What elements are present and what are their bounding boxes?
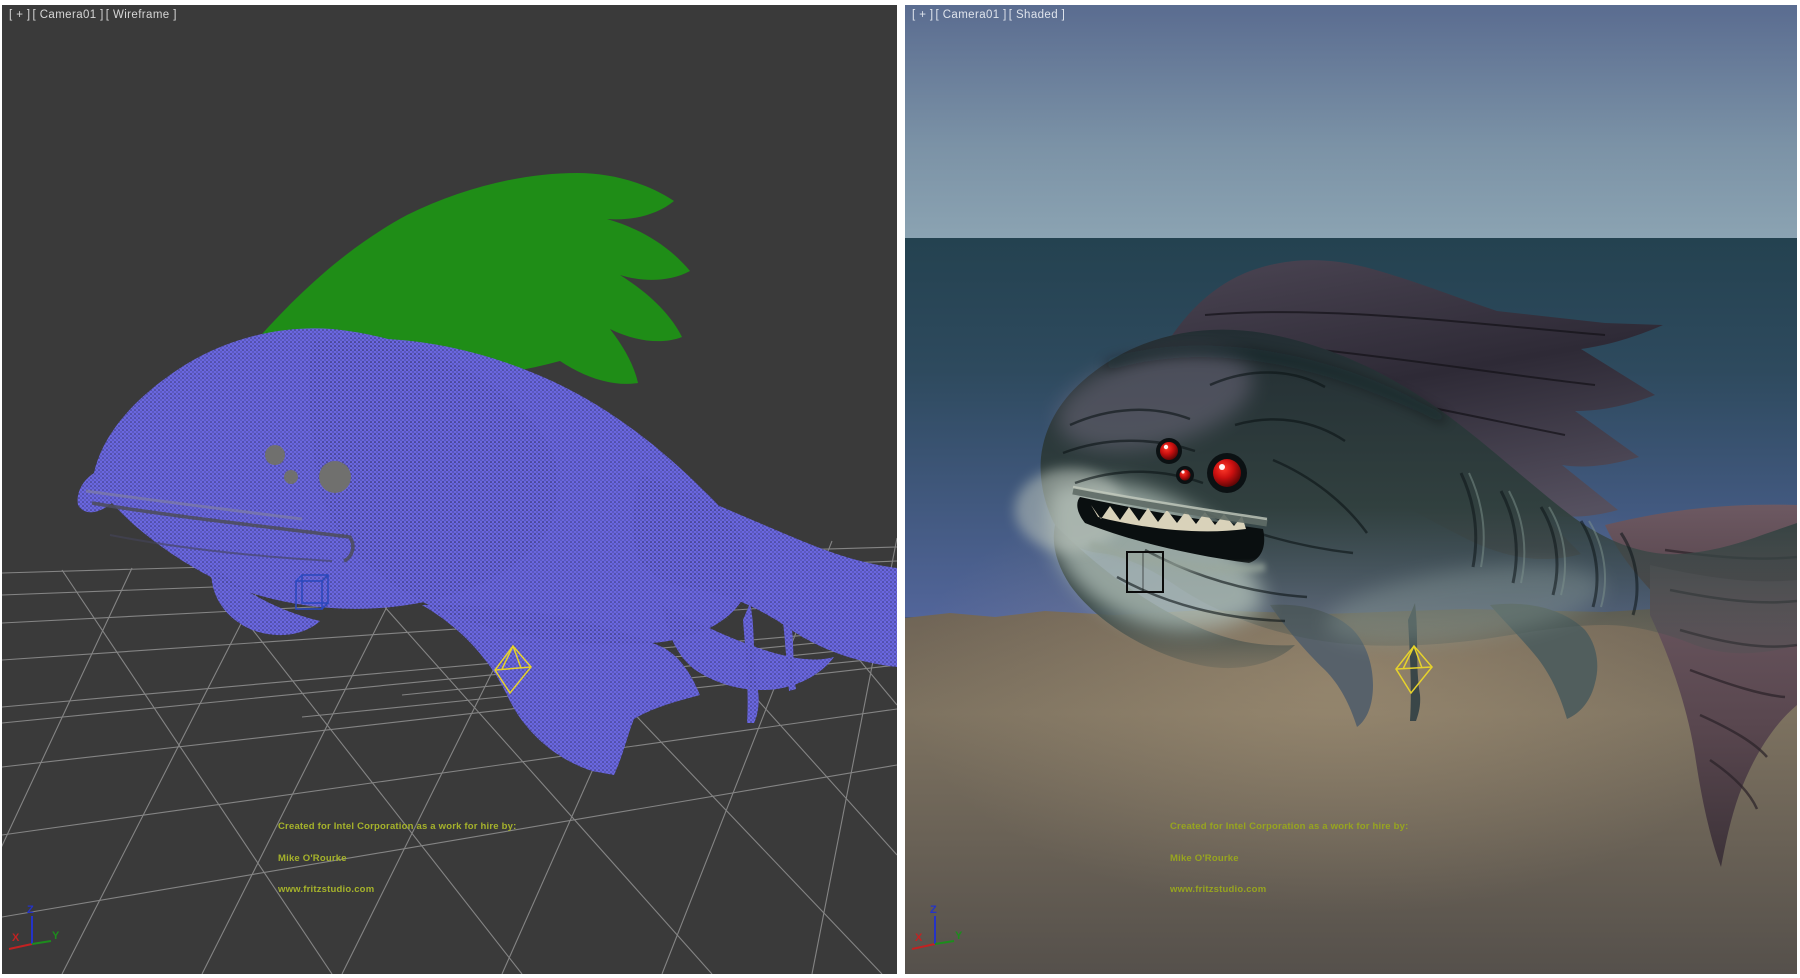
viewport-menu-general[interactable]: [ + ] — [912, 9, 934, 21]
credit-text: Created for Intel Corporation as a work … — [278, 801, 516, 917]
viewport-menu-camera[interactable]: [ Camera01 ] — [33, 9, 104, 21]
viewport-label: [ + ][ Camera01 ][ Wireframe ] — [9, 9, 179, 21]
axis-label-y: Y — [955, 930, 963, 942]
axis-label-x: X — [12, 932, 20, 944]
credit-line: Mike O'Rourke — [278, 854, 516, 865]
viewport-frame: X Z Y [ + ][ Camera01 ][ Wireframe ] Cre… — [0, 0, 1800, 978]
credit-line: www.fritzstudio.com — [278, 885, 516, 896]
credit-line: Mike O'Rourke — [1170, 854, 1408, 865]
viewport-menu-camera[interactable]: [ Camera01 ] — [936, 9, 1007, 21]
fish-model-wireframe[interactable] — [78, 173, 897, 775]
viewport-menu-shading[interactable]: [ Shaded ] — [1009, 9, 1065, 21]
credit-text: Created for Intel Corporation as a work … — [1170, 801, 1408, 917]
axis-label-z: Z — [27, 904, 34, 916]
axis-label-y: Y — [52, 930, 60, 942]
credit-line: Created for Intel Corporation as a work … — [1170, 822, 1408, 833]
sky — [905, 5, 1797, 238]
viewport-wireframe[interactable]: X Z Y [ + ][ Camera01 ][ Wireframe ] Cre… — [2, 5, 897, 974]
axis-label-x: X — [915, 932, 923, 944]
viewport-menu-general[interactable]: [ + ] — [9, 9, 31, 21]
viewport-label: [ + ][ Camera01 ][ Shaded ] — [912, 9, 1067, 21]
viewport-menu-shading[interactable]: [ Wireframe ] — [106, 9, 177, 21]
axis-label-z: Z — [930, 904, 937, 916]
credit-line: www.fritzstudio.com — [1170, 885, 1408, 896]
viewport-shaded[interactable]: X Z Y [ + ][ Camera01 ][ Shaded ] Create… — [905, 5, 1797, 974]
credit-line: Created for Intel Corporation as a work … — [278, 822, 516, 833]
